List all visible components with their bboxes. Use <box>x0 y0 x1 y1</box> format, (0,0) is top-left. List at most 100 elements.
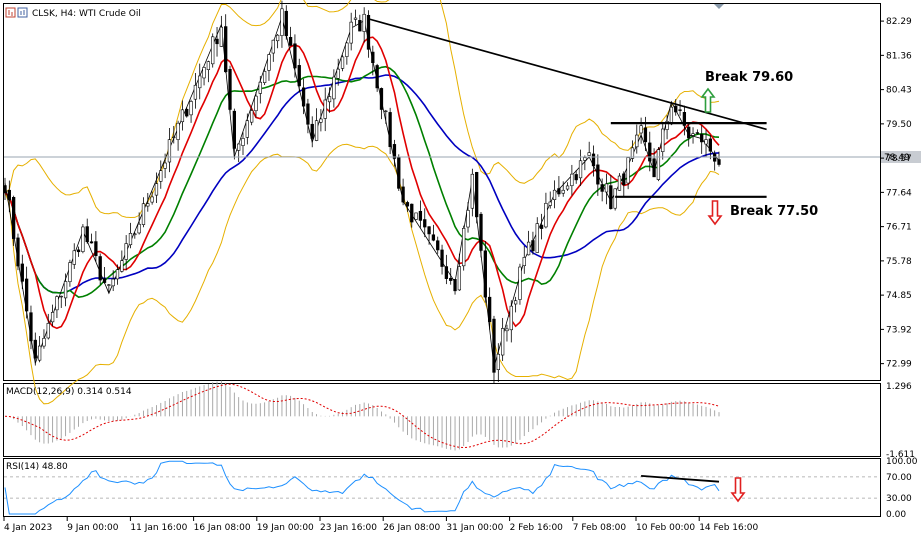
candle-body <box>366 14 371 50</box>
time-axis: 4 Jan 2023 9 Jan 00:00 11 Jan 16:00 16 Jan … <box>3 517 759 533</box>
candle-body <box>462 228 466 267</box>
candle-body <box>163 162 167 169</box>
candle-body <box>72 250 76 265</box>
time-tick-label: 9 Jan 00:00 <box>67 523 119 533</box>
candle-body <box>483 250 487 298</box>
price-tick-label: 82.29 <box>886 17 912 27</box>
candle-body <box>327 96 332 103</box>
candle-body <box>189 101 193 116</box>
candle-body <box>128 233 133 246</box>
candle-body <box>509 305 513 331</box>
time-tick-label: 4 Jan 2023 <box>4 523 52 533</box>
candle-body <box>457 266 462 291</box>
candle-body <box>107 284 111 286</box>
candle-body <box>678 109 682 111</box>
candle-body <box>301 87 306 107</box>
time-tick-label: 16 Jan 08:00 <box>194 523 251 533</box>
candle-body <box>336 68 340 79</box>
candle-body <box>16 237 20 267</box>
candle-body <box>20 263 24 282</box>
candle-body <box>423 219 427 228</box>
candle-body <box>358 20 362 32</box>
candle-body <box>63 281 68 299</box>
candle-body <box>55 296 59 311</box>
price-tick-label: 80.43 <box>886 86 912 96</box>
candle-body <box>414 212 418 220</box>
candle-body <box>180 109 185 123</box>
candle-body <box>700 134 704 143</box>
price-tick-label: 81.36 <box>886 51 912 61</box>
candle-body <box>115 269 120 280</box>
break-up-label: Break 79.60 <box>705 70 793 85</box>
candle-body <box>85 226 89 243</box>
candle-body <box>691 133 695 136</box>
candle-body <box>470 173 474 209</box>
candle-body <box>617 175 622 191</box>
candle-body <box>284 10 288 37</box>
chart-type-icon[interactable] <box>5 7 16 18</box>
time-tick-label: 11 Jan 16:00 <box>130 523 187 533</box>
candle-body <box>202 67 206 79</box>
candle-body <box>531 240 535 252</box>
candle-body <box>513 300 518 305</box>
candle-body <box>215 38 219 45</box>
candle-body <box>12 197 16 239</box>
candle-body <box>94 241 98 257</box>
candle-body <box>405 202 410 207</box>
candle-body <box>68 262 72 283</box>
candle-body <box>228 69 232 110</box>
time-tick-label: 19 Jan 00:00 <box>257 523 314 533</box>
candle-body <box>708 138 712 152</box>
candle-body <box>50 311 55 323</box>
time-tick-label: 2 Feb 16:00 <box>510 523 564 533</box>
rsi-tick-label: 0.00 <box>886 510 906 520</box>
candle-body <box>141 203 146 225</box>
candle-body <box>29 312 33 342</box>
rsi-tick-label: 70.00 <box>886 473 912 483</box>
time-tick-label: 26 Jan 08:00 <box>383 523 440 533</box>
candle-body <box>124 243 128 260</box>
candle-body <box>410 203 414 223</box>
candle-body <box>332 76 336 100</box>
candle-body <box>578 160 583 179</box>
candle-body <box>211 36 215 65</box>
candle-body <box>3 185 7 194</box>
candle-body <box>552 189 557 200</box>
candle-body <box>258 81 262 94</box>
candle-body <box>267 54 271 71</box>
candle-body <box>59 295 63 298</box>
candle-body <box>418 210 423 221</box>
candle-body <box>392 144 397 159</box>
candle-body <box>271 39 275 54</box>
candle-body <box>198 75 202 89</box>
candle-body <box>626 157 630 184</box>
candle-body <box>133 233 137 236</box>
candle-body <box>89 241 94 244</box>
candle-body <box>522 257 526 267</box>
candle-body <box>401 186 405 203</box>
candle-body <box>7 189 11 201</box>
candle-body <box>713 153 717 162</box>
candle-body <box>648 142 652 162</box>
time-tick-label: 14 Feb 16:00 <box>699 523 758 533</box>
candle-body <box>635 134 639 148</box>
candle-body <box>42 337 46 347</box>
candle-body <box>310 123 314 139</box>
candle-body <box>33 339 37 359</box>
candle-body <box>613 188 617 209</box>
candle-body <box>98 256 102 281</box>
chart-canvas: 78.49 CLSK, H4: WTI Crude Oil Break 79.6… <box>3 0 921 533</box>
price-tick-label: 76.71 <box>886 223 912 233</box>
candle-body <box>379 88 384 110</box>
candle-body <box>535 223 539 253</box>
rsi-label: RSI(14) 48.80 <box>6 462 68 472</box>
candle-body <box>496 353 500 370</box>
candle-body <box>574 174 578 181</box>
candle-body <box>652 158 656 178</box>
candle-body <box>362 13 366 32</box>
candle-body <box>704 139 708 145</box>
candle-body <box>570 173 574 187</box>
candle-body <box>280 8 284 36</box>
properties-icon[interactable] <box>17 7 28 18</box>
candle-body <box>639 125 643 134</box>
